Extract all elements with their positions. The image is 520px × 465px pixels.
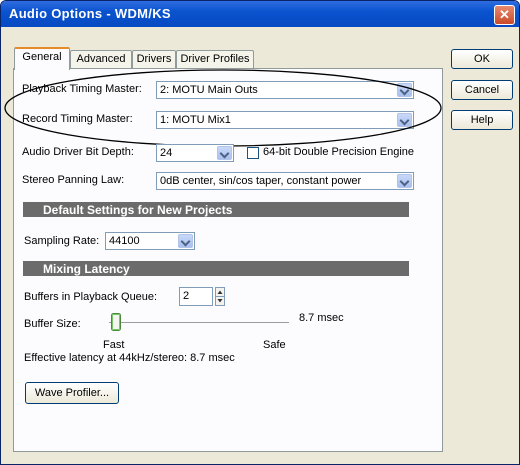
window-title: Audio Options - WDM/KS	[9, 6, 171, 21]
tab-general[interactable]: General	[14, 47, 70, 70]
buffers-queue-stepper[interactable]	[215, 287, 225, 306]
tab-label: General	[22, 51, 62, 63]
buffers-queue-label: Buffers in Playback Queue:	[24, 291, 158, 303]
buffer-size-label: Buffer Size:	[24, 318, 81, 330]
buffer-size-slider[interactable]	[91, 313, 291, 333]
buffers-queue-value: 2	[183, 290, 190, 302]
chevron-down-icon[interactable]	[217, 146, 232, 160]
highlight-ellipse	[4, 69, 442, 147]
default-settings-header: Default Settings for New Projects	[23, 202, 409, 217]
fast-label: Fast	[103, 339, 125, 351]
close-icon[interactable]: ✕	[494, 5, 515, 25]
chevron-down-icon[interactable]	[178, 234, 193, 248]
sampling-rate-select[interactable]: 44100	[105, 232, 195, 250]
sampling-rate-label: Sampling Rate:	[24, 235, 100, 247]
chevron-down-icon[interactable]	[397, 174, 412, 188]
slider-thumb[interactable]	[111, 313, 121, 333]
selected-value: 44100	[109, 235, 140, 247]
selected-value: 0dB center, sin/cos taper, constant powe…	[160, 175, 362, 187]
ok-button[interactable]: OK	[451, 49, 513, 69]
bit-depth-select[interactable]: 24	[156, 144, 234, 162]
help-button[interactable]: Help	[451, 110, 513, 130]
wave-profiler-button[interactable]: Wave Profiler...	[25, 382, 119, 404]
selected-value: 24	[160, 147, 173, 159]
double-precision-checkbox[interactable]	[247, 147, 259, 159]
audio-options-dialog: Audio Options - WDM/KS ✕ General Advance…	[0, 0, 520, 465]
buffer-size-value: 8.7 msec	[299, 312, 344, 324]
effective-latency-text: Effective latency at 44kHz/stereo: 8.7 m…	[24, 352, 235, 364]
mixing-latency-header: Mixing Latency	[23, 261, 409, 276]
title-bar[interactable]: Audio Options - WDM/KS ✕	[1, 1, 519, 27]
double-precision-label: 64-bit Double Precision Engine	[263, 146, 415, 158]
safe-label: Safe	[263, 339, 286, 351]
stereo-panning-label: Stereo Panning Law:	[22, 174, 125, 186]
stereo-panning-select[interactable]: 0dB center, sin/cos taper, constant powe…	[156, 172, 414, 190]
buffers-queue-input[interactable]: 2	[179, 287, 213, 306]
slider-track	[109, 322, 289, 323]
bit-depth-label: Audio Driver Bit Depth:	[22, 146, 134, 158]
cancel-button[interactable]: Cancel	[451, 80, 513, 100]
spin-arrows-icon[interactable]	[215, 287, 225, 306]
